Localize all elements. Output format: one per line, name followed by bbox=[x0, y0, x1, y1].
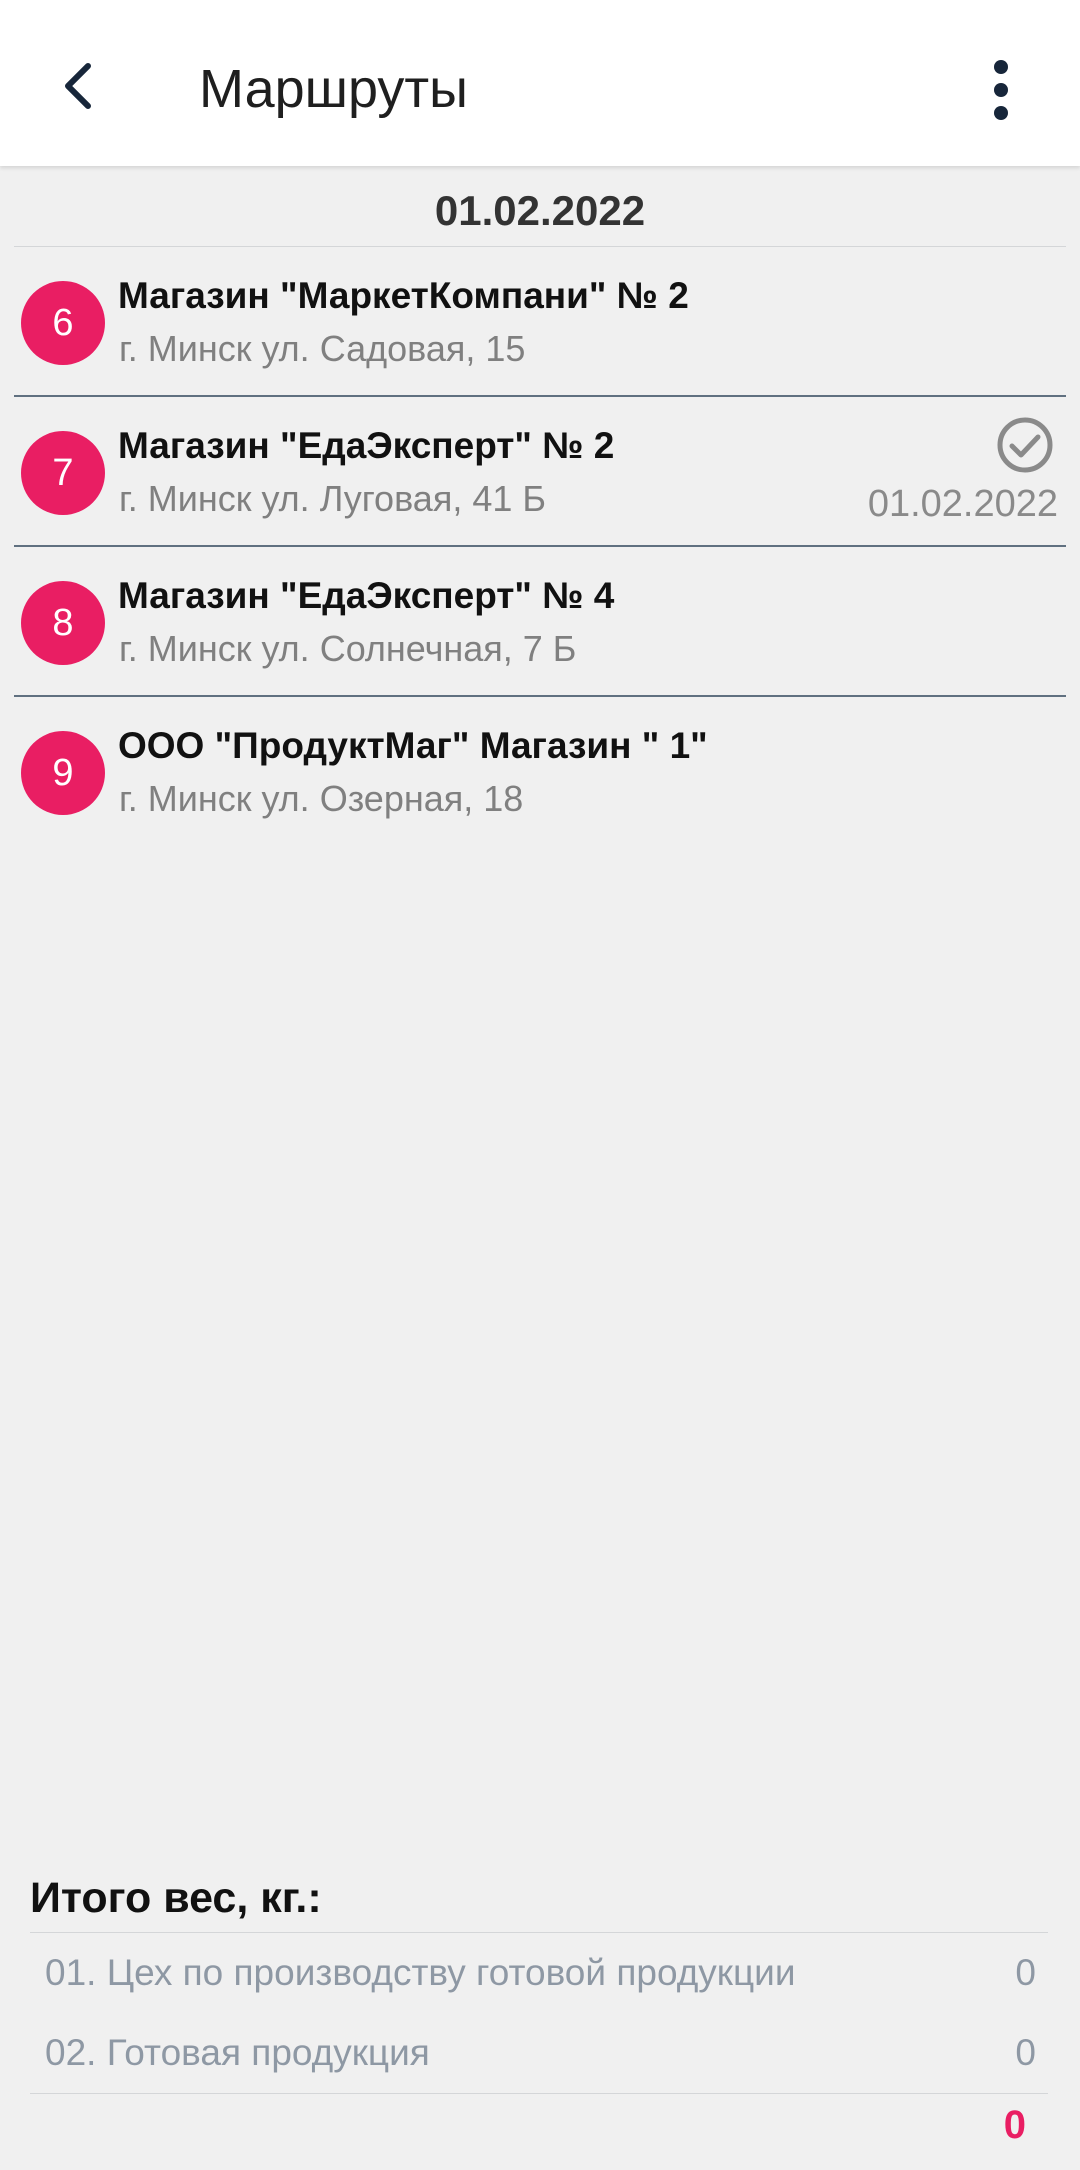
back-button[interactable] bbox=[40, 48, 116, 124]
totals-row-value: 0 bbox=[1015, 1952, 1036, 1993]
store-address: г. Минск ул. Луговая, 41 Б bbox=[119, 478, 546, 519]
totals-section: Итого вес, кг.: 01. Цех по производству … bbox=[30, 1870, 1048, 2154]
totals-title: Итого вес, кг.: bbox=[30, 1874, 322, 1922]
date-header: 01.02.2022 bbox=[434, 187, 646, 234]
store-name: Магазин "МаркетКомпани" № 2 bbox=[118, 275, 689, 316]
page-title: Маршруты bbox=[199, 59, 468, 119]
store-address: г. Минск ул. Солнечная, 7 Б bbox=[119, 628, 577, 669]
route-number-badge: 6 bbox=[21, 281, 105, 365]
grand-total: 0 bbox=[30, 2094, 1048, 2154]
top-app-bar: Маршруты bbox=[0, 0, 1080, 166]
chevron-left-icon bbox=[65, 63, 91, 109]
store-address: г. Минск ул. Садовая, 15 bbox=[119, 328, 526, 369]
routes-screen: Маршруты 01.02.2022 6 Магазин "МаркетКом… bbox=[0, 0, 1080, 2170]
totals-row-value: 0 bbox=[1015, 2032, 1036, 2073]
overflow-menu-button[interactable] bbox=[966, 50, 1036, 130]
store-name: Магазин "ЕдаЭксперт" № 4 bbox=[118, 575, 615, 616]
totals-row: 01. Цех по производству готовой продукци… bbox=[30, 1933, 1048, 2013]
totals-row-label: 01. Цех по производству готовой продукци… bbox=[45, 1952, 796, 1993]
more-vert-icon bbox=[994, 60, 1008, 120]
route-number-badge: 8 bbox=[21, 581, 105, 665]
store-name: Магазин "ЕдаЭксперт" № 2 bbox=[118, 425, 615, 466]
store-name: ООО "ПродуктМаг" Магазин " 1" bbox=[118, 725, 708, 766]
route-item[interactable]: 9 ООО "ПродуктМаг" Магазин " 1" г. Минск… bbox=[0, 697, 1080, 847]
route-item[interactable]: 7 Магазин "ЕдаЭксперт" № 2 г. Минск ул. … bbox=[0, 397, 1080, 547]
store-address: г. Минск ул. Озерная, 18 bbox=[119, 778, 524, 819]
grand-total-value: 0 bbox=[1003, 2103, 1026, 2147]
route-list: 6 Магазин "МаркетКомпани" № 2 г. Минск у… bbox=[0, 247, 1080, 847]
totals-row: 02. Готовая продукция 0 bbox=[30, 2013, 1048, 2093]
totals-row-label: 02. Готовая продукция bbox=[45, 2032, 430, 2073]
route-item[interactable]: 8 Магазин "ЕдаЭксперт" № 4 г. Минск ул. … bbox=[0, 547, 1080, 697]
route-number-badge: 9 bbox=[21, 731, 105, 815]
visit-date: 01.02.2022 bbox=[867, 483, 1058, 525]
route-item[interactable]: 6 Магазин "МаркетКомпани" № 2 г. Минск у… bbox=[0, 247, 1080, 397]
route-number-badge: 7 bbox=[21, 431, 105, 515]
check-circle-icon bbox=[997, 417, 1053, 473]
